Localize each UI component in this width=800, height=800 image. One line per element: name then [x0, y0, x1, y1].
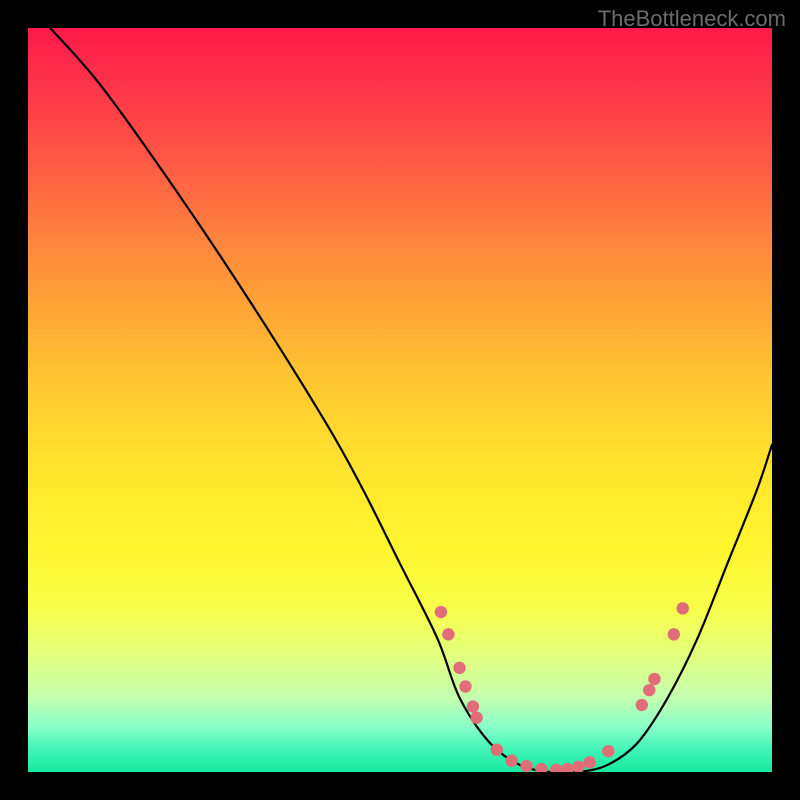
data-marker: [602, 745, 614, 757]
data-marker: [561, 763, 573, 772]
data-marker: [435, 606, 447, 618]
data-marker: [677, 602, 689, 614]
data-marker: [442, 628, 454, 640]
data-marker: [520, 760, 532, 772]
data-marker: [668, 628, 680, 640]
data-marker: [584, 756, 596, 768]
data-marker: [453, 662, 465, 674]
chart-svg: [28, 28, 772, 772]
data-marker: [550, 764, 562, 772]
data-marker: [467, 700, 479, 712]
data-marker: [491, 743, 503, 755]
data-marker: [470, 711, 482, 723]
data-marker: [636, 699, 648, 711]
watermark-text: TheBottleneck.com: [598, 6, 786, 32]
data-marker: [572, 761, 584, 772]
data-marker: [648, 673, 660, 685]
data-marker: [505, 755, 517, 767]
plot-area: [28, 28, 772, 772]
data-markers: [435, 602, 689, 772]
data-marker: [643, 684, 655, 696]
data-marker: [535, 763, 547, 772]
data-marker: [459, 680, 471, 692]
bottleneck-curve: [50, 28, 772, 772]
